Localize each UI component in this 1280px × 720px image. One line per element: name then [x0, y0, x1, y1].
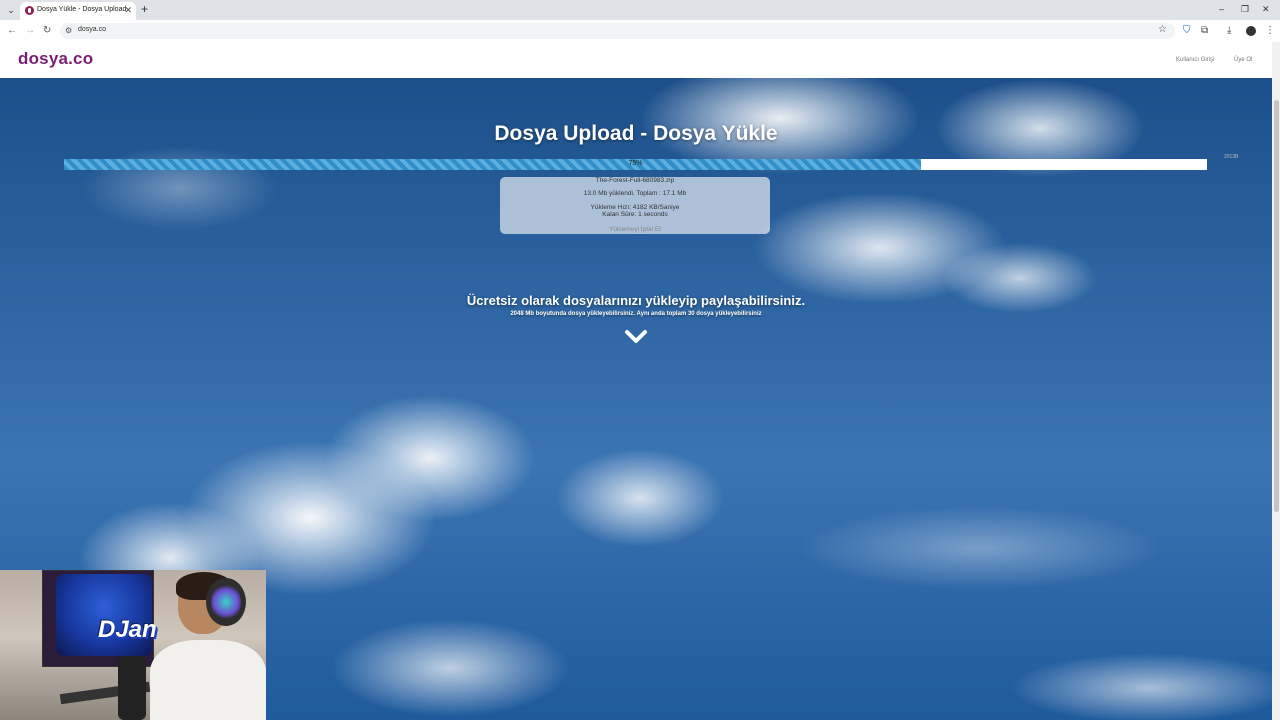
scrollbar-thumb[interactable]	[1274, 100, 1279, 512]
omnibox[interactable]: ⚙ dosya.co ☆	[60, 23, 1175, 39]
microphone-icon	[118, 656, 146, 720]
restore-icon[interactable]: ❐	[1241, 3, 1249, 15]
back-icon[interactable]: ←	[7, 24, 17, 38]
new-tab-icon[interactable]: +	[141, 2, 148, 17]
upload-speed: Yükleme Hızı: 4182 KB/Saniye	[590, 204, 680, 211]
streamer-shirt	[150, 640, 266, 720]
site-favicon-icon	[25, 6, 34, 15]
url-text[interactable]: dosya.co	[78, 26, 106, 33]
upload-filename: The-Forest-Full-680983.zip	[595, 177, 675, 184]
tab-title: Dosya Yükle - Dosya Upload	[37, 6, 127, 13]
window-close-icon[interactable]: ✕	[1262, 3, 1270, 15]
upload-size-status: 13.0 Mb yüklendi. Toplam : 17.1 Mb	[583, 190, 687, 197]
upload-status-box: The-Forest-Full-680983.zip 13.0 Mb yükle…	[500, 177, 770, 234]
browser-menu-icon[interactable]: ⋮	[1265, 24, 1275, 38]
register-link[interactable]: Üye Ol	[1234, 57, 1252, 63]
chevron-down-icon[interactable]	[624, 328, 648, 346]
page-scrollbar[interactable]	[1272, 42, 1280, 720]
extension-shield-icon[interactable]: ⛉	[1183, 24, 1191, 38]
tab-search-icon[interactable]: ⌄	[4, 3, 18, 17]
cancel-upload-link[interactable]: Yüklemeyi İptal Et	[500, 226, 770, 233]
progress-small-text: 2013B	[1224, 154, 1239, 160]
hero-tagline: Ücretsiz olarak dosyalarınızı yükleyip p…	[466, 293, 806, 308]
bookmark-star-icon[interactable]: ☆	[1158, 24, 1167, 35]
upload-remaining-time: Kalan Süre: 1 seconds	[602, 211, 668, 218]
browser-tab[interactable]: Dosya Yükle - Dosya Upload ✕	[20, 2, 136, 20]
browser-tab-bar: ⌄ Dosya Yükle - Dosya Upload ✕ + – ❐ ✕	[0, 0, 1280, 20]
profile-avatar-icon[interactable]	[1246, 26, 1256, 36]
tab-close-icon[interactable]: ✕	[124, 5, 132, 15]
download-icon[interactable]: ⤓	[1227, 24, 1231, 38]
reload-icon[interactable]: ↻	[43, 24, 51, 38]
poster-text: DJan	[98, 616, 157, 643]
site-logo[interactable]: dosya.co	[18, 49, 93, 69]
extensions-puzzle-icon[interactable]: ⧉	[1201, 24, 1208, 38]
login-link[interactable]: Kullanıcı Girişi	[1176, 57, 1214, 63]
minimize-icon[interactable]: –	[1219, 3, 1224, 15]
webcam-overlay: DJan	[0, 570, 266, 720]
hero-subline: 2048 Mb boyutunda dosya yükleyebilirsini…	[510, 311, 762, 317]
forward-icon[interactable]: →	[25, 24, 35, 38]
page-title: Dosya Upload - Dosya Yükle	[494, 122, 778, 145]
upload-progress-bar: 75% 2013B	[64, 154, 1238, 170]
progress-percent: 75%	[628, 160, 643, 167]
site-header: dosya.co Kullanıcı Girişi Üye Ol	[0, 42, 1280, 78]
site-info-icon[interactable]: ⚙	[65, 26, 72, 35]
headset-icon	[206, 578, 246, 626]
address-bar-row: ← → ↻ ⚙ dosya.co ☆ ⛉ ⧉ ⤓ ⋮	[0, 20, 1280, 43]
